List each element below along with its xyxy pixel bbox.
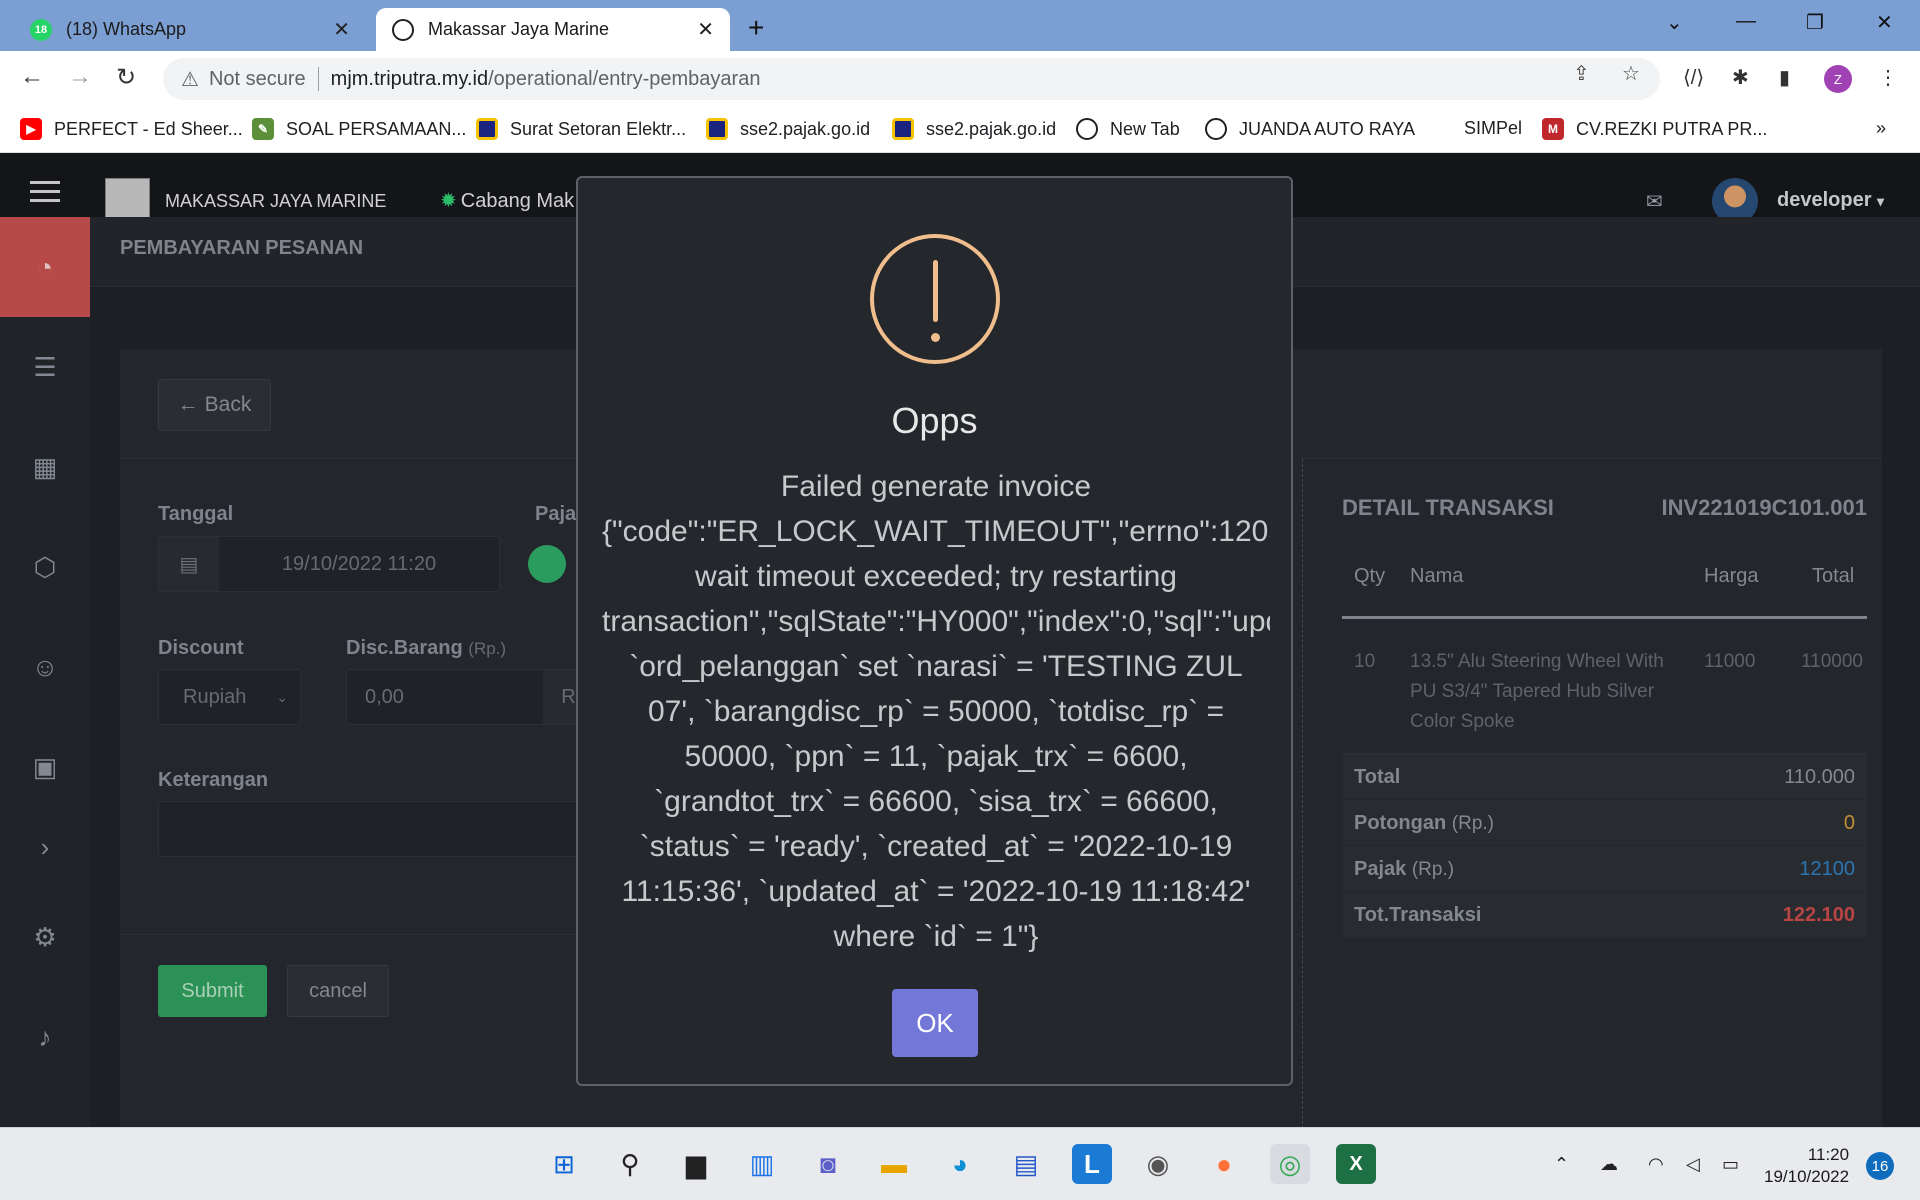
bookmark-item[interactable]: ✎ SOAL PERSAMAAN... xyxy=(252,118,466,140)
bookmark-item[interactable]: ▶ PERFECT - Ed Sheer... xyxy=(20,118,243,140)
widgets-icon[interactable]: ▥ xyxy=(742,1144,782,1184)
dialog-message: Failed generate invoice {"code":"ER_LOCK… xyxy=(602,470,1270,953)
task-view-icon[interactable]: ▆ xyxy=(676,1144,716,1184)
wifi-icon[interactable]: ◠ xyxy=(1648,1154,1664,1175)
tab-title: (18) WhatsApp xyxy=(66,19,187,39)
bookmark-item[interactable]: New Tab xyxy=(1076,118,1180,140)
new-tab-button[interactable]: + xyxy=(748,12,764,44)
browser-toolbar: ← → ↻ ⚠ Not secure mjm.triputra.my.id/op… xyxy=(0,51,1920,106)
restore-button[interactable]: ❐ xyxy=(1806,10,1824,35)
bookmark-label: SIMPel xyxy=(1464,118,1523,138)
whatsapp-icon: 18 xyxy=(30,18,52,41)
search-icon[interactable]: ⚲ xyxy=(610,1144,650,1184)
minimize-button[interactable]: — xyxy=(1736,10,1756,33)
bookmark-label: sse2.pajak.go.id xyxy=(926,118,1057,139)
url-path: /operational/entry-pembayaran xyxy=(488,67,761,90)
volume-muted-icon[interactable]: ◁ xyxy=(1686,1154,1700,1175)
onedrive-icon[interactable]: ☁ xyxy=(1600,1154,1618,1175)
menu-kebab-icon[interactable]: ⋮ xyxy=(1878,65,1898,90)
error-dialog: Opps Failed generate invoice {"code":"ER… xyxy=(576,176,1293,1086)
bookmark-item[interactable]: sse2.pajak.go.id xyxy=(892,118,1056,140)
app-l-icon[interactable]: L xyxy=(1072,1144,1112,1184)
bookmark-label: New Tab xyxy=(1110,118,1180,139)
bookmark-label: Surat Setoran Elektr... xyxy=(510,118,687,139)
djp-icon xyxy=(476,118,498,140)
star-icon[interactable]: ☆ xyxy=(1622,61,1640,86)
side-panel-icon[interactable]: ▮ xyxy=(1779,65,1790,90)
bookmark-favicon: ✎ xyxy=(252,118,274,140)
tab-title: Makassar Jaya Marine xyxy=(428,19,610,39)
bookmark-label: PERFECT - Ed Sheer... xyxy=(54,118,243,139)
bookmark-item[interactable]: JUANDA AUTO RAYA xyxy=(1205,118,1415,140)
edge-icon[interactable]: ◕ xyxy=(940,1144,980,1184)
windows-taskbar: ⊞ ⚲ ▆ ▥ ◙ ▬ ◕ ▤ L ◉ ● ◎ X ⌃ ☁ ◠ ◁ ▭ 11:2… xyxy=(0,1127,1920,1200)
dialog-title: Opps xyxy=(891,400,978,441)
clock-time: 11:20 xyxy=(1807,1145,1850,1164)
extension-code-icon[interactable]: ⟨/⟩ xyxy=(1683,65,1704,90)
forward-arrow-icon[interactable]: → xyxy=(68,63,92,91)
tab-makassar-jaya-marine[interactable]: Makassar Jaya Marine ✕ xyxy=(376,8,730,51)
clock-date: 19/10/2022 xyxy=(1764,1167,1850,1186)
windows-start-icon[interactable]: ⊞ xyxy=(544,1144,584,1184)
reload-icon[interactable]: ↻ xyxy=(116,63,136,92)
system-clock[interactable]: 11:20 19/10/2022 xyxy=(1764,1144,1849,1188)
bookmark-item[interactable]: sse2.pajak.go.id xyxy=(706,118,870,140)
back-arrow-icon[interactable]: ← xyxy=(20,63,44,91)
excel-icon[interactable]: X xyxy=(1336,1144,1376,1184)
firefox-icon[interactable]: ● xyxy=(1204,1144,1244,1184)
warning-icon: ⚠ xyxy=(181,68,199,91)
puzzle-icon[interactable]: ✱ xyxy=(1732,65,1749,90)
bookmark-label: SOAL PERSAMAAN... xyxy=(286,118,467,139)
battery-icon[interactable]: ▭ xyxy=(1722,1154,1739,1175)
close-tab-icon[interactable]: ✕ xyxy=(697,17,714,42)
close-window-button[interactable]: ✕ xyxy=(1876,10,1893,35)
bookmark-item[interactable]: M CV.REZKI PUTRA PR... xyxy=(1542,118,1767,140)
bookmark-label: CV.REZKI PUTRA PR... xyxy=(1576,118,1768,139)
ok-button[interactable]: OK xyxy=(892,989,978,1057)
share-icon[interactable]: ⇪ xyxy=(1573,61,1590,86)
tab-search-icon[interactable]: ⌄ xyxy=(1666,10,1683,35)
bookmark-favicon: M xyxy=(1542,118,1564,140)
djp-icon xyxy=(706,118,728,140)
profile-avatar[interactable]: Z xyxy=(1824,65,1852,93)
bookmark-label: sse2.pajak.go.id xyxy=(740,118,871,139)
globe-icon xyxy=(1205,118,1227,140)
camera-icon[interactable]: ◉ xyxy=(1138,1144,1178,1184)
bookmarks-more-button[interactable]: » xyxy=(1876,118,1886,139)
chrome-icon[interactable]: ◎ xyxy=(1270,1144,1310,1184)
url-host: mjm.triputra.my.id xyxy=(330,67,489,90)
security-status: Not secure xyxy=(208,67,306,90)
divider xyxy=(317,67,319,91)
chat-icon[interactable]: ◙ xyxy=(808,1144,848,1184)
bookmarks-bar: ▶ PERFECT - Ed Sheer... ✎ SOAL PERSAMAAN..… xyxy=(0,106,1920,153)
bookmark-label: JUANDA AUTO RAYA xyxy=(1239,118,1416,139)
browser-tab-strip: 18 (18) WhatsApp ✕ Makassar Jaya Marine … xyxy=(0,0,1920,51)
store-icon[interactable]: ▤ xyxy=(1006,1144,1046,1184)
bookmark-item[interactable]: SIMPel xyxy=(1464,118,1522,139)
exclamation-icon xyxy=(870,234,1000,364)
djp-icon xyxy=(892,118,914,140)
globe-icon xyxy=(1076,118,1098,140)
globe-icon xyxy=(392,18,414,41)
close-tab-icon[interactable]: ✕ xyxy=(333,17,350,42)
youtube-icon: ▶ xyxy=(20,118,42,140)
tab-whatsapp[interactable]: 18 (18) WhatsApp ✕ xyxy=(14,8,366,51)
notification-badge[interactable]: 16 xyxy=(1866,1152,1894,1180)
address-bar[interactable]: ⚠ Not secure mjm.triputra.my.id/operatio… xyxy=(163,58,1660,100)
chevron-up-icon[interactable]: ⌃ xyxy=(1554,1154,1569,1175)
file-explorer-icon[interactable]: ▬ xyxy=(874,1144,914,1184)
bookmark-item[interactable]: Surat Setoran Elektr... xyxy=(476,118,686,140)
